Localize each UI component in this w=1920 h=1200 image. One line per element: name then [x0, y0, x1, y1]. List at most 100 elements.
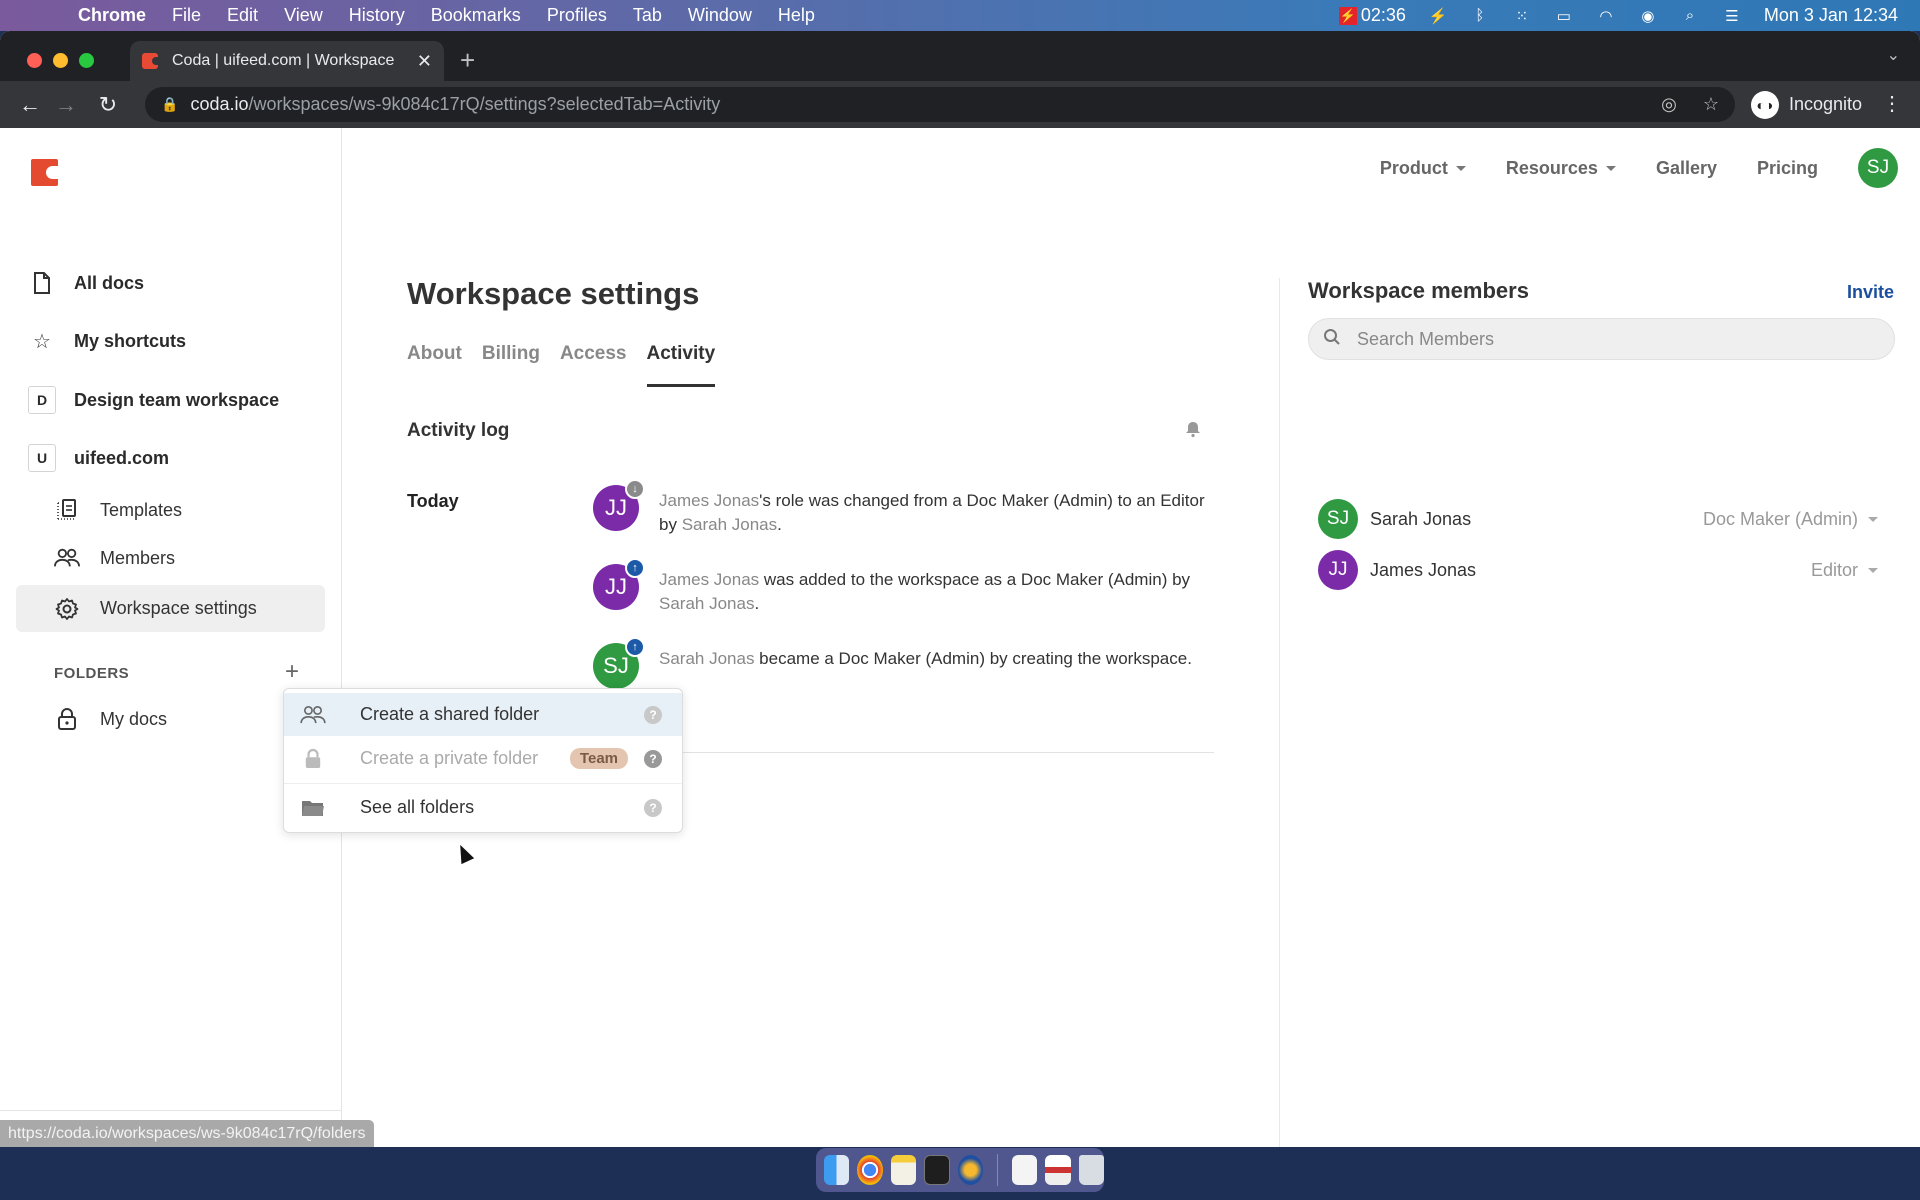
bluetooth-icon[interactable]: ᛒ [1470, 6, 1490, 26]
document-file-icon[interactable] [1011, 1155, 1038, 1185]
address-bar[interactable]: 🔒 coda.io /workspaces/ws-9k084c17rQ/sett… [145, 87, 1735, 122]
invite-button[interactable]: Invite [1847, 282, 1894, 303]
trash-icon[interactable] [1078, 1155, 1105, 1185]
search-members-input[interactable] [1357, 328, 1857, 350]
nav-resources[interactable]: Resources [1506, 158, 1616, 179]
activity-actor-link[interactable]: Sarah Jonas [659, 594, 754, 613]
back-button[interactable]: ← [12, 92, 48, 118]
menubar-datetime[interactable]: Mon 3 Jan 12:34 [1764, 5, 1898, 26]
zoom-window-button[interactable] [79, 53, 94, 68]
tab-activity[interactable]: Activity [646, 343, 716, 387]
caret-down-icon [1868, 516, 1878, 522]
recording-icon: ⚡ [1338, 6, 1357, 25]
activity-actor-link[interactable]: James Jonas [659, 491, 759, 510]
user-icon[interactable]: ◉ [1638, 6, 1658, 26]
minimize-window-button[interactable] [53, 53, 68, 68]
reload-button[interactable]: ↻ [90, 92, 126, 118]
search-members-field[interactable] [1308, 318, 1895, 360]
caret-down-icon [1605, 165, 1616, 171]
menu-item-see-all-folders[interactable]: See all folders ? [284, 786, 682, 829]
activity-text: James Jonas was added to the workspace a… [659, 568, 1209, 616]
terminal-icon[interactable] [924, 1155, 950, 1185]
third-party-cookies-blocked-icon[interactable]: ◎ [1661, 94, 1677, 115]
nav-pricing[interactable]: Pricing [1757, 158, 1818, 179]
menu-tab[interactable]: Tab [633, 5, 662, 26]
sidebar-item-my-docs[interactable]: My docs [54, 706, 167, 732]
sidebar-item-label: All docs [74, 272, 145, 293]
team-plan-badge: Team [569, 748, 628, 769]
tab-access[interactable]: Access [560, 343, 627, 387]
activity-actor-link[interactable]: Sarah Jonas [659, 649, 754, 668]
tab-billing[interactable]: Billing [482, 343, 540, 387]
sidebar-item-design-team-workspace[interactable]: D Design team workspace [28, 386, 279, 414]
tab-search-chevron-icon[interactable]: ⌄ [1887, 45, 1900, 65]
members-panel-title: Workspace members [1308, 278, 1529, 303]
activity-actor-link[interactable]: James Jonas [659, 570, 759, 589]
sidebar-item-label: Members [100, 547, 176, 568]
sidebar-item-uifeed[interactable]: U uifeed.com [28, 444, 169, 472]
coda-logo[interactable] [31, 159, 58, 186]
close-tab-icon[interactable]: ✕ [417, 51, 432, 72]
recording-indicator[interactable]: ⚡ 02:36 [1338, 5, 1406, 26]
lock-icon [300, 748, 326, 770]
sidebar-item-workspace-settings[interactable]: Workspace settings [16, 585, 325, 632]
screenshot-file-icon[interactable] [1045, 1155, 1071, 1185]
chrome-menu-icon[interactable]: ⋮ [1882, 91, 1902, 116]
spotlight-search-icon[interactable]: ⌕ [1680, 6, 1700, 26]
sidebar-item-templates[interactable]: Templates [54, 497, 182, 523]
nav-gallery[interactable]: Gallery [1656, 158, 1717, 179]
finder-icon[interactable] [824, 1155, 850, 1185]
sidebar-item-my-shortcuts[interactable]: ☆ My shortcuts [30, 329, 186, 353]
coda-favicon-icon [142, 53, 159, 69]
menu-profiles[interactable]: Profiles [547, 5, 607, 26]
tab-about[interactable]: About [407, 343, 462, 387]
add-folder-button[interactable]: + [285, 658, 299, 686]
menu-edit[interactable]: Edit [227, 5, 258, 26]
wifi-icon[interactable]: ◠ [1596, 6, 1616, 26]
menu-item-create-private-folder[interactable]: Create a private folder Team ? [284, 737, 682, 780]
notes-icon[interactable] [890, 1155, 917, 1185]
mouse-cursor-icon [453, 841, 475, 865]
menu-bookmarks[interactable]: Bookmarks [431, 5, 521, 26]
nav-product[interactable]: Product [1380, 158, 1466, 179]
activity-punctuation: . [754, 594, 760, 613]
menu-file[interactable]: File [172, 5, 201, 26]
help-icon[interactable]: ? [644, 798, 662, 817]
battery-icon[interactable]: ▭ [1554, 6, 1574, 26]
forward-button[interactable]: → [48, 92, 84, 118]
menu-history[interactable]: History [349, 5, 405, 26]
bolt-app-icon[interactable]: ⚡ [1428, 6, 1448, 26]
help-icon[interactable]: ? [644, 705, 662, 724]
member-role-dropdown[interactable]: Doc Maker (Admin) [1703, 509, 1878, 530]
member-name: James Jonas [1370, 559, 1477, 580]
folder-icon [300, 798, 326, 818]
user-avatar[interactable]: SJ [1858, 148, 1898, 188]
menu-help[interactable]: Help [778, 5, 815, 26]
activity-punctuation: . [777, 515, 782, 534]
activity-description: was added to the workspace as a Doc Make… [759, 570, 1191, 589]
incognito-profile-button[interactable]: ◐◑ Incognito [1750, 87, 1862, 122]
menu-view[interactable]: View [284, 5, 323, 26]
display-icon[interactable]: ⁙ [1512, 6, 1532, 26]
activity-log-title: Activity log [407, 420, 510, 441]
browser-tab[interactable]: Coda | uifeed.com | Workspace ✕ [130, 41, 444, 81]
recording-time: 02:36 [1360, 5, 1406, 25]
lightning-app-icon[interactable] [957, 1155, 983, 1185]
help-icon[interactable]: ? [644, 749, 662, 768]
notification-bell-icon[interactable] [1184, 420, 1202, 443]
lock-icon[interactable]: 🔒 [161, 96, 178, 113]
caret-down-icon [1455, 165, 1466, 171]
chrome-icon[interactable] [857, 1155, 883, 1185]
menu-item-create-shared-folder[interactable]: Create a shared folder ? [284, 693, 682, 736]
menu-app-name[interactable]: Chrome [78, 5, 146, 26]
activity-actor-link[interactable]: Sarah Jonas [682, 515, 777, 534]
control-center-icon[interactable]: ☰ [1722, 6, 1742, 26]
menu-window[interactable]: Window [688, 5, 752, 26]
member-role-dropdown[interactable]: Editor [1811, 560, 1878, 581]
close-window-button[interactable] [27, 53, 42, 68]
bookmark-star-icon[interactable]: ☆ [1703, 94, 1719, 115]
sidebar-item-members[interactable]: Members [54, 545, 175, 571]
new-tab-button[interactable]: + [460, 45, 475, 76]
sidebar-item-all-docs[interactable]: All docs [30, 271, 144, 295]
arrow-down-badge-icon: ↓ [625, 479, 645, 499]
